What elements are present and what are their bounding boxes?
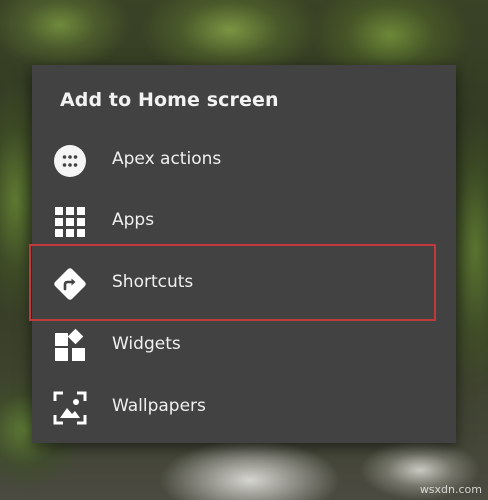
shortcuts-icon bbox=[52, 266, 88, 302]
menu-item-shortcuts[interactable]: Shortcuts bbox=[32, 252, 456, 314]
watermark: wsxdn.com bbox=[419, 483, 482, 496]
apps-grid-icon bbox=[52, 204, 88, 240]
menu-item-label: Wallpapers bbox=[112, 396, 206, 416]
menu-item-widgets[interactable]: Widgets bbox=[32, 314, 456, 376]
menu-item-wallpapers[interactable]: Wallpapers bbox=[32, 376, 456, 438]
menu-item-label: Widgets bbox=[112, 334, 181, 354]
menu-item-label: Apex actions bbox=[112, 149, 222, 169]
menu-item-label: Shortcuts bbox=[112, 272, 194, 292]
widgets-icon bbox=[52, 328, 88, 364]
wallpapers-icon bbox=[52, 390, 88, 426]
menu-item-apps[interactable]: Apps bbox=[32, 190, 456, 252]
add-to-home-screen-dialog: Add to Home screen Apex actions Apps Sho… bbox=[32, 65, 456, 443]
apex-actions-icon bbox=[52, 143, 88, 179]
menu-item-apex-actions[interactable]: Apex actions bbox=[32, 129, 456, 191]
dialog-title: Add to Home screen bbox=[60, 89, 279, 111]
menu-item-label: Apps bbox=[112, 210, 155, 230]
